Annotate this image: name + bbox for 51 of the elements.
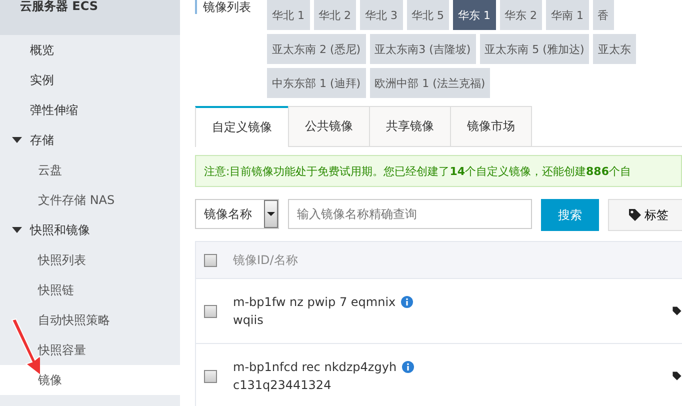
sidebar-group[interactable]: 存储 [0, 125, 180, 155]
info-icon [402, 361, 414, 373]
region-button[interactable]: 香 [592, 0, 614, 30]
search-field[interactable]: 输入镜像名称精确查询 [288, 199, 532, 229]
region-button[interactable]: 中东东部 1 (迪拜) [267, 68, 366, 98]
sidebar-group[interactable]: 快照和镜像 [0, 215, 180, 245]
checkbox[interactable] [204, 304, 217, 318]
sidebar-item[interactable]: 文件存储 NAS [0, 185, 180, 215]
region-button[interactable]: 华北 5 [406, 0, 449, 30]
sidebar-title: 云服务器 ECS [20, 0, 98, 12]
tab[interactable]: 共享镜像 [369, 106, 451, 146]
sidebar-item[interactable]: 自动快照策略 [0, 305, 180, 335]
checkbox[interactable] [204, 254, 217, 266]
region-button[interactable]: 华北 1 [267, 0, 310, 30]
column-header: 镜像ID/名称 [233, 252, 298, 268]
region-button[interactable]: 欧洲中部 1 (法兰克福) [370, 68, 490, 98]
tab[interactable]: 镜像市场 [450, 106, 532, 146]
search-button[interactable]: 搜索 [541, 199, 599, 231]
region-label: 镜像列表 [195, 0, 261, 14]
tag-button[interactable]: 标签 [608, 199, 682, 231]
region-button[interactable]: 亚太东南 2 (悉尼) [267, 34, 366, 64]
notice-text: 注意:目前镜像功能处于免费试用期。您已经创建了14个自定义镜像，还能创建886个自 [204, 164, 631, 178]
sidebar-item[interactable]: 实例 [0, 65, 180, 95]
region-button[interactable]: 华东 1 [453, 0, 496, 30]
tab[interactable]: 公共镜像 [288, 106, 370, 146]
image-id: m-bp1fw nz pwip 7 eqmnix [233, 295, 396, 309]
region-button[interactable]: 华北 2 [314, 0, 356, 30]
region-button[interactable]: 华东 2 [500, 0, 542, 30]
sidebar-item[interactable]: 快照链 [0, 275, 180, 305]
sidebar-item[interactable]: 快照列表 [0, 245, 180, 275]
region-button[interactable]: 亚太东 [593, 34, 636, 64]
region-button[interactable]: 亚太东南 5 (雅加达) [480, 34, 590, 64]
tab[interactable]: 自定义镜像 [195, 106, 289, 147]
sidebar-item[interactable]: 镜像 [0, 365, 180, 395]
region-button[interactable]: 华南 1 [546, 0, 588, 30]
tag-icon[interactable] [672, 306, 682, 316]
info-icon [400, 296, 413, 308]
image-id: m-bp1nfcd rec nkdzp4zgyh [233, 360, 397, 374]
caret-icon [267, 212, 275, 216]
field-type-dropdown[interactable]: 镜像名称 [195, 199, 279, 229]
tag-icon [628, 208, 642, 222]
region-button[interactable]: 华北 3 [360, 0, 402, 30]
checkbox[interactable] [204, 370, 217, 382]
image-name: c131q23441324 [233, 378, 332, 392]
sidebar-item[interactable]: 弹性伸缩 [0, 95, 180, 125]
sidebar-item[interactable]: 快照容量 [0, 335, 180, 365]
image-name: wqiis [233, 313, 264, 327]
region-button[interactable]: 亚太东南3 (吉隆坡) [370, 34, 476, 64]
sidebar-item[interactable]: 云盘 [0, 155, 180, 185]
sidebar-item[interactable]: 概览 [0, 35, 180, 65]
tag-icon[interactable] [672, 371, 682, 381]
